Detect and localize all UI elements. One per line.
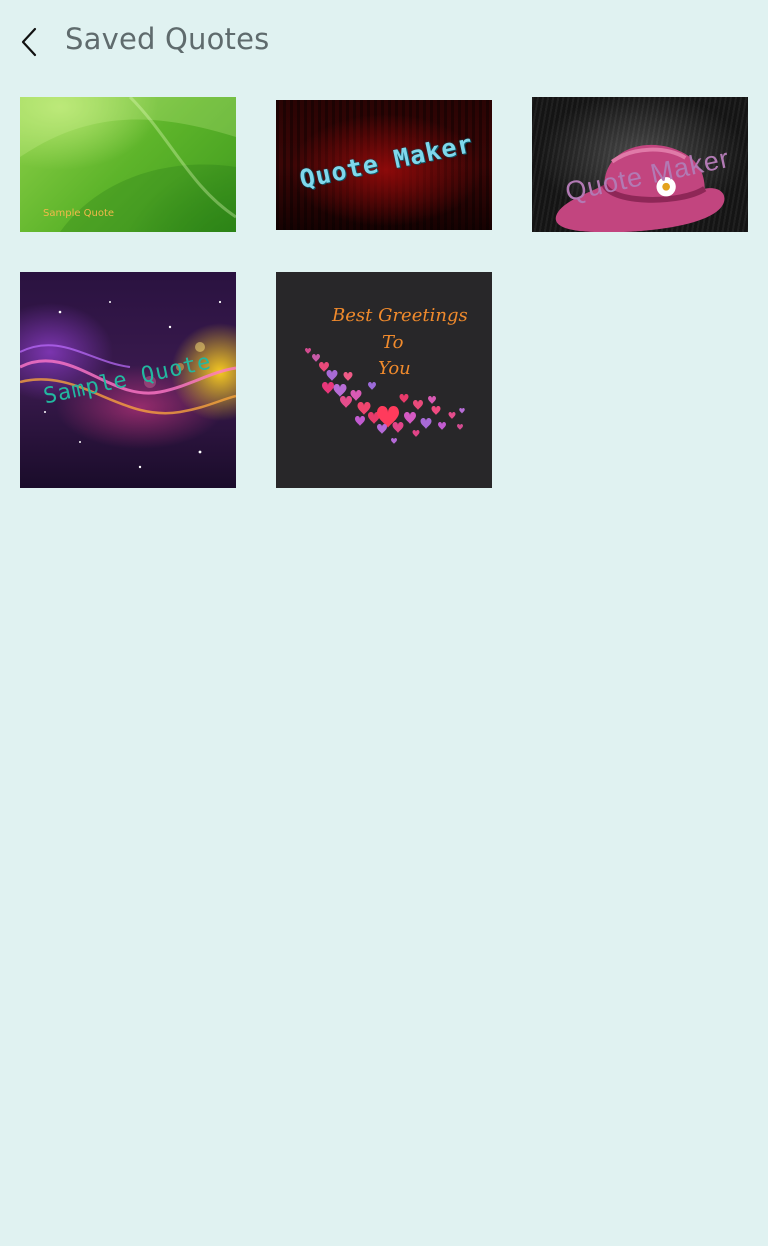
saved-quote-card-4[interactable]: Sample Quote bbox=[20, 272, 236, 488]
quote-text: Sample Quote bbox=[43, 208, 115, 219]
page-title: Saved Quotes bbox=[65, 22, 270, 56]
hearts-illustration bbox=[305, 348, 465, 444]
top-app-bar: Saved Quotes bbox=[0, 0, 768, 84]
saved-quote-card-2[interactable]: Quote Maker bbox=[276, 100, 492, 230]
back-button[interactable] bbox=[10, 22, 50, 62]
saved-quote-card-1[interactable]: Sample Quote bbox=[20, 97, 236, 232]
crowned-smiley-emoji bbox=[173, 171, 236, 232]
saved-quote-card-3[interactable]: Quote Maker bbox=[532, 97, 748, 232]
saved-quote-card-5[interactable]: Best Greetings To You bbox=[276, 272, 492, 488]
quote-text: Quote Maker bbox=[296, 128, 476, 195]
chevron-left-icon bbox=[21, 27, 37, 57]
